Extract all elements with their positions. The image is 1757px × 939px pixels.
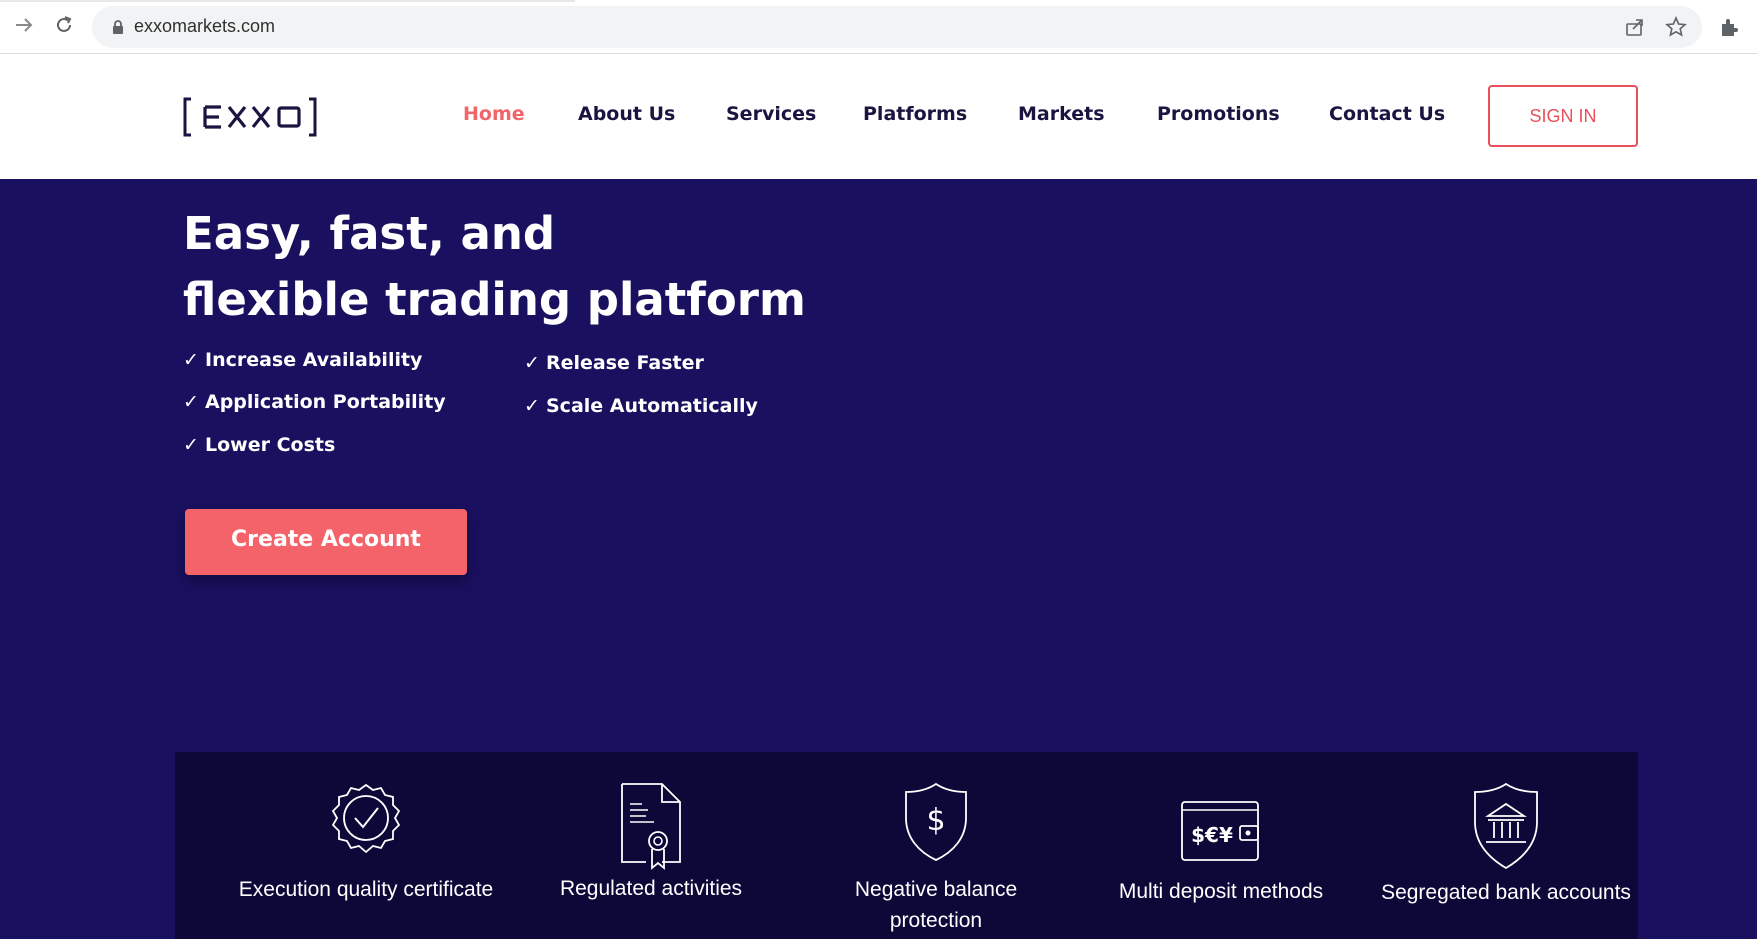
checklist-item: ✓ Scale Automatically (524, 395, 758, 417)
checklist-item: ✓ Application Portability (183, 391, 446, 413)
address-bar[interactable]: exxomarkets.com (92, 6, 1702, 48)
forward-icon[interactable] (13, 14, 35, 36)
loading-bar (0, 0, 575, 2)
reload-icon[interactable] (53, 14, 75, 36)
checklist-item: ✓ Increase Availability (183, 349, 423, 371)
feature-label: Execution quality certificate (238, 878, 494, 901)
checkmark-icon: ✓ (183, 349, 199, 371)
exxo-logo[interactable] (183, 97, 317, 137)
hero-title-line-2: flexible trading platform (183, 273, 806, 326)
nav-services[interactable]: Services (726, 103, 816, 125)
hero-section: Easy, fast, and flexible trading platfor… (0, 179, 1757, 939)
sign-in-button[interactable]: SIGN IN (1488, 85, 1638, 147)
certificate-badge-icon (331, 783, 401, 854)
bank-shield-icon (1474, 782, 1538, 870)
checklist-item: ✓ Release Faster (524, 352, 704, 374)
regulated-document-icon (621, 783, 681, 870)
hero-title-line-1: Easy, fast, and (183, 207, 556, 260)
nav-about-us[interactable]: About Us (578, 103, 675, 125)
feature-execution-quality: Execution quality certificate (221, 752, 511, 939)
checklist-item: ✓ Lower Costs (183, 434, 336, 456)
feature-segregated-accounts: Segregated bank accounts (1361, 752, 1651, 939)
checkmark-icon: ✓ (183, 434, 199, 456)
star-icon[interactable] (1665, 15, 1687, 38)
checkmark-icon: ✓ (524, 352, 540, 374)
share-icon[interactable] (1624, 16, 1646, 38)
feature-multi-deposit: $€¥ Multi deposit methods (1076, 752, 1366, 939)
dollar-shield-icon: $ (905, 782, 967, 861)
extensions-icon[interactable] (1718, 16, 1740, 38)
checkmark-icon: ✓ (183, 391, 199, 413)
feature-regulated-activities: Regulated activities (506, 752, 796, 939)
site-header: Home About Us Services Platforms Markets… (0, 55, 1757, 179)
browser-toolbar: exxomarkets.com (0, 0, 1757, 54)
nav-markets[interactable]: Markets (1018, 103, 1105, 125)
nav-contact-us[interactable]: Contact Us (1329, 103, 1445, 125)
features-band: Execution quality certificate Regulated … (175, 752, 1638, 939)
checkmark-icon: ✓ (524, 395, 540, 417)
feature-label: Negative balance protection (854, 878, 1018, 932)
hero-title: Easy, fast, and flexible trading platfor… (183, 201, 883, 333)
url-text[interactable]: exxomarkets.com (134, 16, 275, 37)
logo-mark (183, 97, 317, 137)
nav-promotions[interactable]: Promotions (1157, 103, 1280, 125)
lock-icon[interactable] (110, 19, 126, 35)
nav-home[interactable]: Home (463, 103, 525, 125)
nav-platforms[interactable]: Platforms (863, 103, 967, 125)
feature-label: Segregated bank accounts (1381, 881, 1631, 904)
svg-text:$€¥: $€¥ (1191, 823, 1233, 847)
feature-negative-balance: $ Negative balance protection (791, 752, 1081, 939)
feature-label: Regulated activities (559, 877, 743, 900)
feature-label: Multi deposit methods (1118, 880, 1324, 903)
wallet-currency-icon: $€¥ (1181, 801, 1259, 861)
svg-text:$: $ (926, 803, 945, 838)
create-account-button[interactable]: Create Account (185, 509, 467, 575)
